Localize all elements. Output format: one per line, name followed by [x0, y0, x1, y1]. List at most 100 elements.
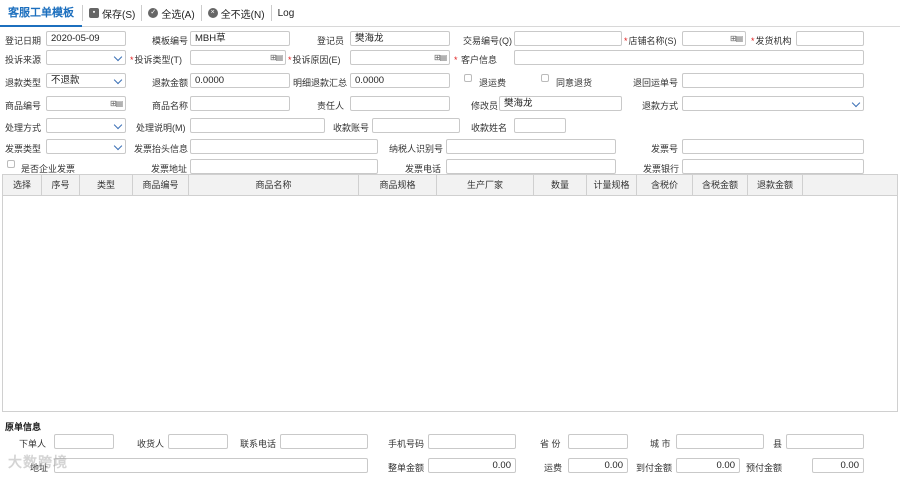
deselect-all-button[interactable]: × 全不选(N) [200, 5, 271, 21]
invoice-title-input[interactable] [190, 139, 378, 154]
receive-account-input[interactable] [372, 118, 460, 133]
tab-title[interactable]: 客服工单模板 [0, 0, 82, 27]
detail-refund-input[interactable]: 0.0000 [350, 73, 450, 88]
freight-label: 运费 [544, 463, 563, 473]
complaint-reason-label-text: 投诉原因(E) [292, 55, 341, 65]
deselect-all-label: 全不选(N) [220, 9, 265, 21]
taxpayer-id-input[interactable] [446, 139, 616, 154]
col-seq[interactable]: 序号 [42, 175, 80, 195]
return-waybill-label: 退回运单号 [633, 78, 679, 88]
lookup-icon[interactable]: ⊞▤ [433, 52, 447, 63]
refund-method-select[interactable] [682, 96, 864, 111]
app: 客服工单模板 ▪ 保存(S) ✓ 全选(A) × 全不选(N) Log 登记日期 20… [0, 0, 900, 481]
receive-name-input[interactable] [514, 118, 566, 133]
handle-desc-input[interactable] [190, 118, 325, 133]
goods-no-input[interactable]: ⊞▤ [46, 96, 126, 111]
template-no-input[interactable]: MBH草 [190, 31, 290, 46]
select-all-button[interactable]: ✓ 全选(A) [141, 5, 200, 21]
cod-input[interactable]: 0.00 [676, 458, 740, 473]
contact-phone-label: 联系电话 [240, 439, 277, 449]
receiver-input[interactable] [168, 434, 228, 449]
log-button[interactable]: Log [270, 5, 301, 21]
buyer-input[interactable] [54, 434, 114, 449]
goods-grid[interactable]: 选择 序号 类型 商品编号 商品名称 商品规格 生产厂家 数量 计量规格 含税价… [2, 174, 898, 412]
modifier-input[interactable]: 樊海龙 [499, 96, 622, 111]
refund-type-select[interactable]: 不退款 [46, 73, 126, 88]
address-input[interactable] [54, 458, 368, 473]
refund-method-label: 退款方式 [642, 101, 679, 111]
col-goods-name[interactable]: 商品名称 [189, 175, 359, 195]
cod-label: 到付金额 [636, 463, 673, 473]
shop-input[interactable]: ⊞▤ [682, 31, 746, 46]
handle-desc-label: 处理说明(M) [136, 123, 186, 133]
buyer-label: 下单人 [19, 439, 47, 449]
trade-no-label: 交易编号(Q) [463, 36, 512, 46]
owner-label: 责任人 [317, 101, 345, 111]
refund-freight-checkbox[interactable] [464, 74, 472, 82]
watermark-logo: 大数跨境 [8, 454, 68, 470]
agree-return-checkbox[interactable] [541, 74, 549, 82]
invoice-bank-input[interactable] [682, 159, 864, 174]
province-input[interactable] [568, 434, 628, 449]
goods-name-input[interactable] [190, 96, 290, 111]
registrar-input[interactable]: 樊海龙 [350, 31, 450, 46]
save-button[interactable]: ▪ 保存(S) [82, 5, 141, 21]
registrar-label: 登记员 [317, 36, 345, 46]
prepaid-label: 预付金额 [746, 463, 783, 473]
select-all-label: 全选(A) [161, 9, 195, 21]
ship-org-input[interactable] [796, 31, 864, 46]
col-qty[interactable]: 数量 [534, 175, 587, 195]
col-unit-spec[interactable]: 计量规格 [587, 175, 637, 195]
invoice-no-input[interactable] [682, 139, 864, 154]
city-input[interactable] [676, 434, 764, 449]
col-refund-amount[interactable]: 退款金额 [748, 175, 803, 195]
handle-method-select[interactable] [46, 118, 126, 133]
col-tax-price[interactable]: 含税价 [637, 175, 693, 195]
invoice-addr-input[interactable] [190, 159, 378, 174]
complaint-reason-label: *投诉原因(E) [288, 55, 341, 65]
col-manufacturer[interactable]: 生产厂家 [437, 175, 534, 195]
lookup-icon[interactable]: ⊞▤ [269, 52, 283, 63]
enterprise-invoice-checkbox[interactable] [7, 160, 15, 168]
complaint-type-label-text: 投诉类型(T) [134, 55, 183, 65]
save-label: 保存(S) [102, 9, 136, 21]
invoice-phone-input[interactable] [446, 159, 616, 174]
customer-label: * 客户信息 [454, 55, 498, 65]
owner-input[interactable] [350, 96, 450, 111]
col-type[interactable]: 类型 [80, 175, 133, 195]
goods-name-label: 商品名称 [152, 101, 189, 111]
complaint-src-select[interactable] [46, 50, 126, 65]
order-amount-input[interactable]: 0.00 [428, 458, 516, 473]
refund-freight-label: 退运费 [479, 78, 507, 88]
col-goods-spec[interactable]: 商品规格 [359, 175, 437, 195]
toolbar: 客服工单模板 ▪ 保存(S) ✓ 全选(A) × 全不选(N) Log [0, 0, 900, 27]
invoice-title-label: 发票抬头信息 [134, 144, 189, 154]
county-input[interactable] [786, 434, 864, 449]
freight-input[interactable]: 0.00 [568, 458, 628, 473]
col-select[interactable]: 选择 [3, 175, 42, 195]
col-goods-no[interactable]: 商品编号 [133, 175, 189, 195]
complaint-reason-input[interactable]: ⊞▤ [350, 50, 450, 65]
invoice-no-label: 发票号 [651, 144, 679, 154]
mobile-input[interactable] [428, 434, 516, 449]
reg-date-label: 登记日期 [5, 36, 42, 46]
complaint-type-input[interactable]: ⊞▤ [190, 50, 286, 65]
col-tax-amount[interactable]: 含税金额 [693, 175, 748, 195]
lookup-icon[interactable]: ⊞▤ [729, 33, 743, 44]
customer-label-text: 客户信息 [461, 55, 498, 65]
refund-amount-input[interactable]: 0.0000 [190, 73, 290, 88]
floppy-icon: ▪ [89, 8, 99, 18]
customer-input[interactable] [514, 50, 864, 65]
modifier-label: 修改员 [471, 101, 499, 111]
trade-no-input[interactable] [514, 31, 622, 46]
contact-phone-input[interactable] [280, 434, 368, 449]
shop-label: *店铺名称(S) [624, 36, 677, 46]
lookup-icon[interactable]: ⊞▤ [109, 98, 123, 109]
receive-account-label: 收款账号 [333, 123, 370, 133]
order-amount-label: 整单金额 [388, 463, 425, 473]
invoice-type-select[interactable] [46, 139, 126, 154]
return-waybill-input[interactable] [682, 73, 864, 88]
shop-label-text: 店铺名称(S) [628, 36, 677, 46]
prepaid-input[interactable]: 0.00 [812, 458, 864, 473]
reg-date-input[interactable]: 2020-05-09 [46, 31, 126, 46]
